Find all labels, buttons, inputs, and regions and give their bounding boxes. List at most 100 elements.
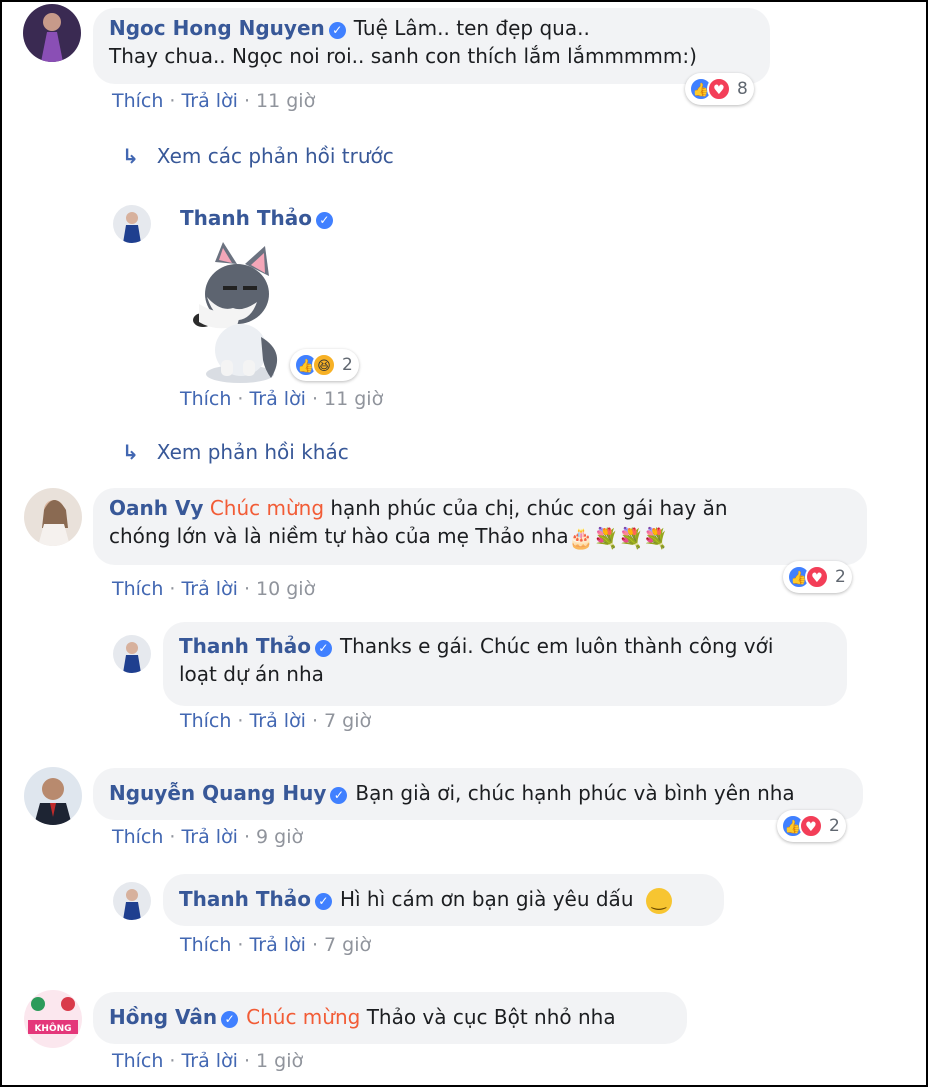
avatar-thanh-thao[interactable] xyxy=(113,205,151,243)
reply-link[interactable]: Trả lời xyxy=(249,388,306,410)
timestamp[interactable]: 1 giờ xyxy=(256,1050,303,1072)
like-link[interactable]: Thích xyxy=(180,710,231,732)
view-previous-replies-label: Xem các phản hồi trước xyxy=(156,144,394,168)
like-link[interactable]: Thích xyxy=(112,90,163,112)
highlight-text[interactable]: Chúc mừng xyxy=(210,496,324,520)
author-name[interactable]: Hồng Vân xyxy=(109,1005,217,1029)
comment-bubble: Nguyễn Quang Huy ✓ Bạn già ơi, chúc hạnh p… xyxy=(93,768,863,820)
author-name[interactable]: Thanh Thảo xyxy=(180,206,312,230)
like-link[interactable]: Thích xyxy=(112,1050,163,1072)
reply-link[interactable]: Trả lời xyxy=(181,90,238,112)
comment-text: Thảo và cục Bột nhỏ nha xyxy=(366,1005,616,1029)
comment-actions: Thích · Trả lời · 10 giờ xyxy=(112,578,315,600)
separator: · xyxy=(237,710,244,732)
reactions-summary[interactable]: 👍 ♥ 2 xyxy=(783,561,852,593)
love-reaction-icon: ♥ xyxy=(805,565,829,589)
comment-actions: Thích · Trả lời · 11 giờ xyxy=(180,388,383,410)
reply-link[interactable]: Trả lời xyxy=(181,826,238,848)
haha-reaction-icon: 😆 xyxy=(312,353,336,377)
reply-link[interactable]: Trả lời xyxy=(181,578,238,600)
reply-arrow-icon: ↳ xyxy=(122,144,139,168)
avatar-logo-text: KHÔNG xyxy=(34,1022,71,1034)
reply-link[interactable]: Trả lời xyxy=(249,710,306,732)
reply-link[interactable]: Trả lời xyxy=(249,934,306,956)
like-link[interactable]: Thích xyxy=(112,578,163,600)
avatar-hong-van[interactable]: KHÔNG xyxy=(24,990,82,1048)
reaction-count: 2 xyxy=(342,355,353,375)
cake-emoji-icon: 🎂 xyxy=(568,525,594,550)
avatar-oanh-vy[interactable] xyxy=(24,488,82,546)
comment-bubble: Oanh Vy Chúc mừng hạnh phúc của chị, chú… xyxy=(93,488,867,565)
comment-bubble: Hồng Vân ✓ Chúc mừng Thảo và cục Bột nhỏ n… xyxy=(93,992,687,1044)
separator: · xyxy=(237,934,244,956)
like-link[interactable]: Thích xyxy=(112,826,163,848)
separator: · xyxy=(169,578,176,600)
comment-actions: Thích · Trả lời · 1 giờ xyxy=(112,1050,303,1072)
reply-bubble: Thanh Thảo ✓ Thanks e gái. Chúc em luôn th… xyxy=(163,622,847,706)
comment-text: Bạn già ơi, chúc hạnh phúc và bình yên n… xyxy=(355,781,795,805)
avatar-thanh-thao[interactable] xyxy=(113,882,151,920)
view-previous-replies-link[interactable]: ↳ Xem các phản hồi trước xyxy=(122,144,394,168)
separator: · xyxy=(243,1050,251,1072)
avatar-nguyen-quang-huy[interactable] xyxy=(24,767,82,825)
separator: · xyxy=(237,388,244,410)
verified-badge-icon: ✓ xyxy=(314,893,332,910)
verified-badge-icon: ✓ xyxy=(314,640,332,657)
separator: · xyxy=(311,388,319,410)
author-name[interactable]: Ngoc Hong Nguyen xyxy=(109,16,325,40)
separator: · xyxy=(243,578,251,600)
author-name[interactable]: Nguyễn Quang Huy xyxy=(109,781,326,805)
comment-text-line2: chóng lớn và là niềm tự hào của mẹ Thảo … xyxy=(109,524,569,548)
timestamp[interactable]: 10 giờ xyxy=(256,578,315,600)
love-reaction-icon: ♥ xyxy=(799,814,823,838)
author-name[interactable]: Thanh Thảo xyxy=(179,887,311,911)
timestamp[interactable]: 7 giờ xyxy=(324,934,371,956)
reactions-summary[interactable]: 👍 ♥ 2 xyxy=(777,810,846,842)
comment-text-line2: Thay chua.. Ngọc noi roi.. sanh con thíc… xyxy=(109,44,697,68)
comment-text: Tuệ Lâm.. ten đẹp qua.. xyxy=(353,16,590,40)
author-name[interactable]: Thanh Thảo xyxy=(179,634,311,658)
reaction-count: 2 xyxy=(835,567,846,587)
comment-actions: Thích · Trả lời · 7 giờ xyxy=(180,934,371,956)
timestamp[interactable]: 9 giờ xyxy=(256,826,303,848)
view-more-replies-label: Xem phản hồi khác xyxy=(156,440,349,464)
husky-dog-sticker xyxy=(185,242,290,391)
timestamp[interactable]: 11 giờ xyxy=(324,388,383,410)
comment-text: Thanks e gái. Chúc em luôn thành công vớ… xyxy=(339,634,774,658)
view-more-replies-link[interactable]: ↳ Xem phản hồi khác xyxy=(122,440,349,464)
like-link[interactable]: Thích xyxy=(180,388,231,410)
separator: · xyxy=(169,826,176,848)
comment-actions: Thích · Trả lời · 7 giờ xyxy=(180,710,371,732)
comment-actions: Thích · Trả lời · 9 giờ xyxy=(112,826,303,848)
bouquet-emoji-icon: 💐 xyxy=(618,525,644,550)
like-link[interactable]: Thích xyxy=(180,934,231,956)
separator: · xyxy=(311,710,319,732)
separator: · xyxy=(243,826,251,848)
verified-badge-icon: ✓ xyxy=(328,22,346,39)
comment-bubble: Ngoc Hong Nguyen ✓ Tuệ Lâm.. ten đẹp qua..… xyxy=(93,8,770,84)
author-name[interactable]: Oanh Vy xyxy=(109,496,203,520)
reaction-count: 2 xyxy=(829,816,840,836)
highlight-text[interactable]: Chúc mừng xyxy=(246,1005,360,1029)
avatar-ngoc-hong-nguyen[interactable] xyxy=(23,4,81,62)
separator: · xyxy=(169,1050,176,1072)
reply-arrow-icon: ↳ xyxy=(122,440,139,464)
separator: · xyxy=(311,934,319,956)
separator: · xyxy=(243,90,251,112)
verified-badge-icon: ✓ xyxy=(221,1011,239,1028)
comment-actions: Thích · Trả lời · 11 giờ xyxy=(112,90,315,112)
love-reaction-icon: ♥ xyxy=(707,77,731,101)
timestamp[interactable]: 7 giờ xyxy=(324,710,371,732)
comment-text-line2: loạt dự án nha xyxy=(179,662,324,686)
comment-text: hạnh phúc của chị, chúc con gái hay ăn xyxy=(330,496,728,520)
timestamp[interactable]: 11 giờ xyxy=(256,90,315,112)
reactions-summary[interactable]: 👍 😆 2 xyxy=(290,349,359,381)
reply-link[interactable]: Trả lời xyxy=(181,1050,238,1072)
avatar-thanh-thao[interactable] xyxy=(113,635,151,673)
reply-bubble: Thanh Thảo ✓ Hì hì cám ơn bạn già yêu dấu … xyxy=(163,874,724,926)
bouquet-emoji-icon: 💐 xyxy=(593,525,619,550)
comment-text: Hì hì cám ơn bạn già yêu dấu xyxy=(339,887,634,911)
reactions-summary[interactable]: 👍 ♥ 8 xyxy=(685,73,754,105)
separator: · xyxy=(169,90,176,112)
bouquet-emoji-icon: 💐 xyxy=(643,525,669,550)
